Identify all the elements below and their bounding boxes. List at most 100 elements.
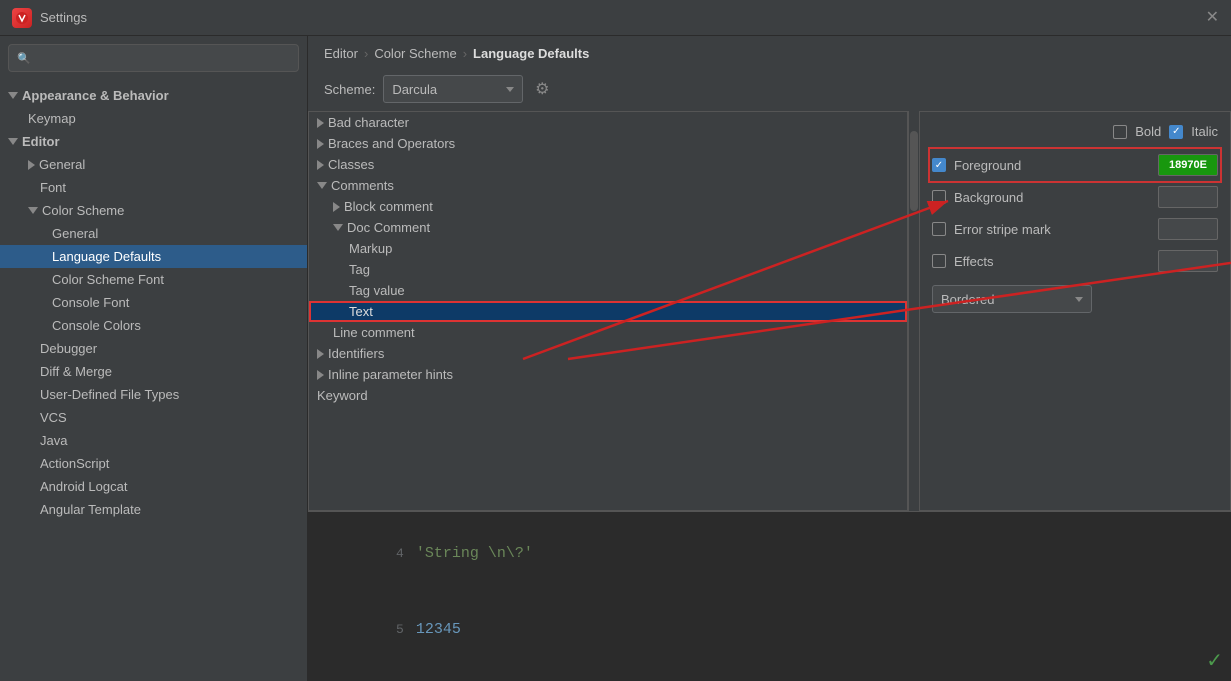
effects-color-swatch[interactable] bbox=[1158, 250, 1218, 272]
nav-tree: Appearance & Behavior Keymap Editor Gene… bbox=[0, 80, 307, 681]
error-stripe-row: Error stripe mark bbox=[932, 215, 1218, 243]
tree-item-tag[interactable]: Tag bbox=[309, 259, 907, 280]
search-input[interactable] bbox=[35, 51, 290, 65]
effects-dropdown[interactable]: Bordered bbox=[932, 285, 1092, 313]
background-color-swatch[interactable] bbox=[1158, 186, 1218, 208]
sidebar: 🔍 Appearance & Behavior Keymap Editor Ge… bbox=[0, 36, 308, 681]
sidebar-item-editor[interactable]: Editor bbox=[0, 130, 307, 153]
foreground-color-swatch[interactable]: 18970E bbox=[1158, 154, 1218, 176]
italic-checkbox[interactable] bbox=[1169, 125, 1183, 139]
expand-icon bbox=[317, 370, 324, 380]
tree-label: Doc Comment bbox=[347, 220, 430, 235]
tree-item-classes[interactable]: Classes bbox=[309, 154, 907, 175]
text-style-row: Bold Italic bbox=[932, 120, 1218, 147]
sidebar-label-debugger: Debugger bbox=[40, 341, 97, 356]
scheme-select[interactable]: Darcula bbox=[383, 75, 523, 103]
tree-item-block-comment[interactable]: Block comment bbox=[309, 196, 907, 217]
expand-icon bbox=[28, 207, 38, 214]
foreground-color-value: 18970E bbox=[1169, 159, 1207, 171]
effects-checkbox[interactable] bbox=[932, 254, 946, 268]
sidebar-item-diff[interactable]: Diff & Merge bbox=[0, 360, 307, 383]
effects-dropdown-label: Bordered bbox=[941, 292, 1069, 307]
scrollbar[interactable] bbox=[908, 111, 920, 511]
sidebar-item-console-colors[interactable]: Console Colors bbox=[0, 314, 307, 337]
preview-line-6: 6Operator bbox=[308, 668, 1231, 681]
sidebar-label-logcat: Android Logcat bbox=[40, 479, 127, 494]
tree-item-keyword[interactable]: Keyword bbox=[309, 385, 907, 406]
search-icon: 🔍 bbox=[17, 52, 31, 65]
breadcrumb: Editor › Color Scheme › Language Default… bbox=[308, 36, 1231, 69]
sidebar-label-editor: Editor bbox=[22, 134, 60, 149]
tree-item-braces[interactable]: Braces and Operators bbox=[309, 133, 907, 154]
tree-label: Tag bbox=[349, 262, 370, 277]
scheme-label: Scheme: bbox=[324, 82, 375, 97]
split-panel: Bad character Braces and Operators Class… bbox=[308, 111, 1231, 511]
effects-chevron-icon bbox=[1075, 297, 1083, 302]
effects-row: Effects bbox=[932, 247, 1218, 275]
tree-label: Line comment bbox=[333, 325, 415, 340]
sidebar-item-logcat[interactable]: Android Logcat bbox=[0, 475, 307, 498]
sidebar-item-vcs[interactable]: VCS bbox=[0, 406, 307, 429]
error-stripe-label: Error stripe mark bbox=[954, 222, 1150, 237]
sidebar-item-keymap[interactable]: Keymap bbox=[0, 107, 307, 130]
tree-item-text[interactable]: Text bbox=[309, 301, 907, 322]
background-checkbox[interactable] bbox=[932, 190, 946, 204]
checkmark-button[interactable]: ✓ bbox=[1206, 648, 1223, 673]
sidebar-item-debugger[interactable]: Debugger bbox=[0, 337, 307, 360]
tree-item-bad-character[interactable]: Bad character bbox=[309, 112, 907, 133]
preview-number: 12345 bbox=[416, 621, 461, 638]
foreground-checkbox[interactable] bbox=[932, 158, 946, 172]
bold-checkbox[interactable] bbox=[1113, 125, 1127, 139]
background-label: Background bbox=[954, 190, 1150, 205]
sidebar-label-appearance: Appearance & Behavior bbox=[22, 88, 169, 103]
tree-label: Inline parameter hints bbox=[328, 367, 453, 382]
tree-item-inline-hints[interactable]: Inline parameter hints bbox=[309, 364, 907, 385]
sidebar-item-general[interactable]: General bbox=[0, 153, 307, 176]
tree-item-markup[interactable]: Markup bbox=[309, 238, 907, 259]
tree-item-identifiers[interactable]: Identifiers bbox=[309, 343, 907, 364]
sidebar-item-colorscheme[interactable]: Color Scheme bbox=[0, 199, 307, 222]
sidebar-item-font[interactable]: Font bbox=[0, 176, 307, 199]
breadcrumb-current: Language Defaults bbox=[473, 46, 589, 61]
sidebar-item-language-defaults[interactable]: Language Defaults bbox=[0, 245, 307, 268]
sidebar-label-language-defaults: Language Defaults bbox=[52, 249, 161, 264]
tree-item-comments[interactable]: Comments bbox=[309, 175, 907, 196]
tree-item-doc-comment[interactable]: Doc Comment bbox=[309, 217, 907, 238]
error-stripe-checkbox[interactable] bbox=[932, 222, 946, 236]
sidebar-label-console-font: Console Font bbox=[52, 295, 129, 310]
expand-icon bbox=[317, 118, 324, 128]
breadcrumb-editor[interactable]: Editor bbox=[324, 46, 358, 61]
sidebar-label-keymap: Keymap bbox=[28, 111, 76, 126]
breadcrumb-colorscheme[interactable]: Color Scheme bbox=[374, 46, 456, 61]
line-num-5: 5 bbox=[396, 622, 404, 637]
tree-label: Braces and Operators bbox=[328, 136, 455, 151]
sidebar-item-java[interactable]: Java bbox=[0, 429, 307, 452]
italic-label: Italic bbox=[1191, 124, 1218, 139]
error-stripe-color-swatch[interactable] bbox=[1158, 218, 1218, 240]
sidebar-item-angular[interactable]: Angular Template bbox=[0, 498, 307, 521]
app-icon bbox=[12, 8, 32, 28]
sidebar-item-appearance[interactable]: Appearance & Behavior bbox=[0, 84, 307, 107]
tree-label: Classes bbox=[328, 157, 374, 172]
expand-icon bbox=[8, 92, 18, 99]
sidebar-item-filetypes[interactable]: User-Defined File Types bbox=[0, 383, 307, 406]
tree-label: Text bbox=[349, 304, 373, 319]
search-box[interactable]: 🔍 bbox=[8, 44, 299, 72]
window-title: Settings bbox=[40, 10, 87, 25]
expand-icon bbox=[8, 138, 18, 145]
tree-item-tag-value[interactable]: Tag value bbox=[309, 280, 907, 301]
titlebar: Settings ✕ bbox=[0, 0, 1231, 36]
sidebar-label-colorscheme: Color Scheme bbox=[42, 203, 124, 218]
expand-icon bbox=[317, 139, 324, 149]
effects-label: Effects bbox=[954, 254, 1150, 269]
sidebar-label-font: Font bbox=[40, 180, 66, 195]
sidebar-item-cs-font[interactable]: Color Scheme Font bbox=[0, 268, 307, 291]
gear-icon[interactable]: ⚙ bbox=[531, 78, 553, 100]
preview-line-5: 5 12345 bbox=[308, 592, 1231, 668]
sidebar-item-actionscript[interactable]: ActionScript bbox=[0, 452, 307, 475]
tree-item-line-comment[interactable]: Line comment bbox=[309, 322, 907, 343]
sidebar-item-cs-general[interactable]: General bbox=[0, 222, 307, 245]
close-button[interactable]: ✕ bbox=[1206, 10, 1219, 26]
sidebar-item-console-font[interactable]: Console Font bbox=[0, 291, 307, 314]
foreground-label: Foreground bbox=[954, 158, 1150, 173]
